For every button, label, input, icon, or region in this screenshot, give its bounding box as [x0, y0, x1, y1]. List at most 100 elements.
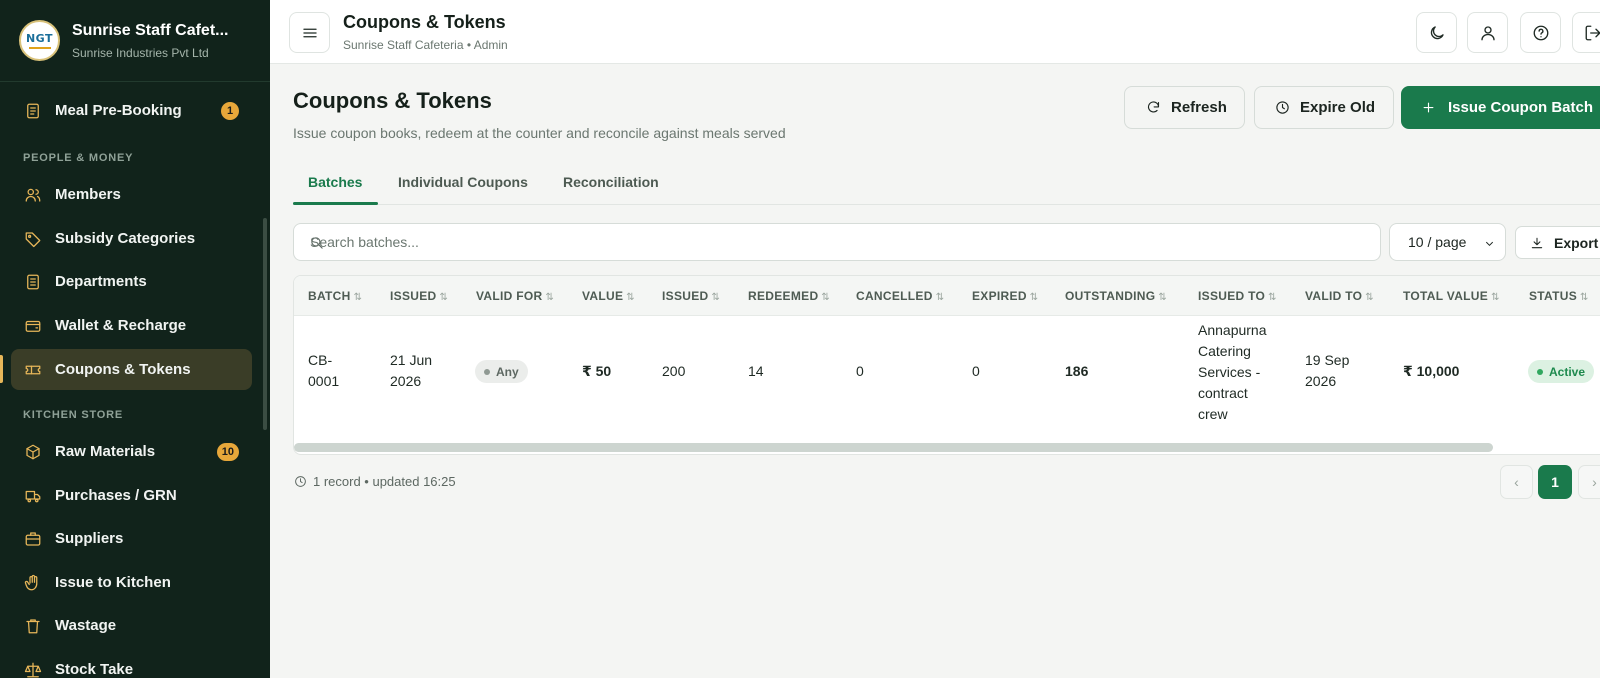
- clock-icon: [1276, 101, 1289, 114]
- column-header-issued-date[interactable]: ISSUED ⇅: [390, 289, 448, 303]
- sidebar-item-subsidy-categories[interactable]: Subsidy Categories: [11, 218, 252, 259]
- page-subtitle: Issue coupon books, redeem at the counte…: [293, 125, 786, 141]
- logo-underline: [28, 47, 51, 49]
- tab-batches[interactable]: Batches: [308, 174, 362, 190]
- record-info-text: 1 record • updated 16:25: [313, 474, 456, 489]
- brand-subtitle: Sunrise Industries Pvt Ltd: [72, 45, 209, 60]
- export-label: Export: [1554, 234, 1599, 251]
- wallet-icon: [24, 317, 42, 335]
- expire-old-label: Expire Old: [1300, 99, 1376, 116]
- column-header-expired[interactable]: EXPIRED ⇅: [972, 289, 1038, 303]
- sidebar-item-suppliers[interactable]: Suppliers: [11, 518, 252, 559]
- column-header-total-value[interactable]: TOTAL VALUE ⇅: [1403, 289, 1500, 303]
- cell-cancelled: 0: [856, 363, 864, 379]
- sidebar-item-label: Subsidy Categories: [55, 230, 196, 247]
- topbar-subtitle: Sunrise Staff Cafeteria • Admin: [343, 38, 508, 52]
- logout-button[interactable]: [1572, 12, 1600, 53]
- sidebar-item-label: Wastage: [55, 617, 117, 634]
- export-button[interactable]: Export: [1515, 226, 1600, 259]
- sidebar-item-label: Wallet & Recharge: [55, 317, 187, 334]
- download-icon: [1531, 237, 1543, 248]
- trash-icon: [24, 617, 42, 635]
- sidebar: NGT Sunrise Staff Cafet... Sunrise Indus…: [0, 0, 270, 678]
- tab-individual-coupons[interactable]: Individual Coupons: [398, 174, 528, 190]
- active-indicator: [0, 355, 3, 383]
- help-button[interactable]: [1520, 12, 1561, 53]
- tab-reconciliation[interactable]: Reconciliation: [563, 174, 659, 190]
- brand-header[interactable]: NGT Sunrise Staff Cafet... Sunrise Indus…: [0, 0, 270, 82]
- ticket-icon: [24, 361, 42, 379]
- sidebar-item-wastage[interactable]: Wastage: [11, 605, 252, 646]
- briefcase-icon: [24, 530, 42, 548]
- hand-icon: [24, 574, 42, 592]
- chevron-down-icon: [1485, 241, 1494, 246]
- profile-button[interactable]: [1467, 12, 1508, 53]
- theme-toggle-button[interactable]: [1416, 12, 1457, 53]
- issue-coupon-batch-button[interactable]: Issue Coupon Batch: [1401, 86, 1600, 129]
- sidebar-item-label: Stock Take: [55, 661, 134, 678]
- column-header-batch[interactable]: BATCH ⇅: [308, 289, 362, 303]
- cell-expired: 0: [972, 363, 980, 379]
- sidebar-item-purchases-grn[interactable]: Purchases / GRN: [11, 475, 252, 516]
- column-header-outstanding[interactable]: OUTSTANDING ⇅: [1065, 289, 1167, 303]
- horizontal-scrollbar[interactable]: [294, 443, 1493, 452]
- sidebar-scrollbar[interactable]: [263, 218, 267, 430]
- clock-icon: [295, 476, 306, 487]
- sidebar-item-label: Departments: [55, 273, 147, 290]
- cell-redeemed: 14: [748, 363, 764, 379]
- cell-total-value: ₹ 10,000: [1403, 363, 1460, 379]
- section-label-people-money: PEOPLE & MONEY: [23, 152, 134, 164]
- sidebar-item-label: Meal Pre-Booking: [55, 102, 182, 119]
- sidebar-item-wallet-recharge[interactable]: Wallet & Recharge: [11, 305, 252, 346]
- valid-for-chip: Any: [475, 360, 528, 383]
- user-icon: [1480, 25, 1495, 40]
- column-header-cancelled[interactable]: CANCELLED ⇅: [856, 289, 944, 303]
- column-header-issued[interactable]: ISSUED ⇅: [662, 289, 720, 303]
- column-header-redeemed[interactable]: REDEEMED ⇅: [748, 289, 830, 303]
- plus-icon: [1423, 102, 1434, 113]
- topbar-title: Coupons & Tokens: [343, 12, 506, 32]
- expire-old-button[interactable]: Expire Old: [1254, 86, 1394, 129]
- search-input[interactable]: [310, 224, 1370, 260]
- cell-valid-to: 19 Sep 2026: [1305, 352, 1350, 389]
- status-badge: Active: [1528, 360, 1595, 383]
- count-badge: 10: [216, 442, 239, 461]
- column-header-valid-to[interactable]: VALID TO ⇅: [1305, 289, 1374, 303]
- sidebar-item-label: Raw Materials: [55, 443, 156, 460]
- logo-text: NGT: [25, 32, 54, 45]
- column-header-issued-to[interactable]: ISSUED TO ⇅: [1198, 289, 1277, 303]
- status-dot: [1537, 368, 1543, 375]
- sidebar-item-raw-materials[interactable]: Raw Materials 10: [11, 431, 252, 472]
- refresh-button[interactable]: Refresh: [1124, 86, 1245, 129]
- section-label-kitchen-store: KITCHEN STORE: [23, 409, 124, 421]
- document-icon: [24, 273, 42, 291]
- clipboard-icon: [24, 102, 42, 120]
- issue-coupon-batch-label: Issue Coupon Batch: [1448, 99, 1594, 116]
- sidebar-item-coupons-tokens[interactable]: Coupons & Tokens: [11, 349, 252, 390]
- page-size-select[interactable]: 10 / page: [1389, 223, 1506, 261]
- column-header-valid-for[interactable]: VALID FOR ⇅: [476, 289, 554, 303]
- sidebar-item-stock-take[interactable]: Stock Take: [11, 649, 252, 678]
- help-icon: [1533, 25, 1548, 40]
- cell-issued-to: Annapurna Catering Services - contract c…: [1198, 322, 1267, 422]
- refresh-label: Refresh: [1171, 99, 1227, 116]
- hamburger-icon: [302, 28, 317, 37]
- search-box[interactable]: [293, 223, 1381, 261]
- column-header-status[interactable]: STATUS ⇅: [1529, 289, 1589, 303]
- count-badge: 1: [221, 101, 239, 120]
- column-header-value[interactable]: VALUE ⇅: [582, 289, 635, 303]
- menu-toggle-button[interactable]: [289, 12, 330, 53]
- pagination-prev-button[interactable]: ‹: [1500, 465, 1533, 499]
- sidebar-item-label: Coupons & Tokens: [55, 361, 191, 378]
- sidebar-item-members[interactable]: Members: [11, 174, 252, 215]
- cell-issued-date: 21 Jun 2026: [390, 352, 433, 389]
- sidebar-item-departments[interactable]: Departments: [11, 261, 252, 302]
- refresh-icon: [1148, 101, 1160, 113]
- sidebar-item-issue-to-kitchen[interactable]: Issue to Kitchen: [11, 562, 252, 603]
- users-icon: [24, 186, 42, 204]
- pagination-next-button[interactable]: ›: [1578, 465, 1600, 499]
- sidebar-item-meal-pre-booking[interactable]: Meal Pre-Booking 1: [11, 90, 252, 131]
- record-info: 1 record • updated 16:25: [294, 474, 456, 489]
- sidebar-item-label: Members: [55, 186, 121, 203]
- pagination-page-1[interactable]: 1: [1538, 465, 1572, 499]
